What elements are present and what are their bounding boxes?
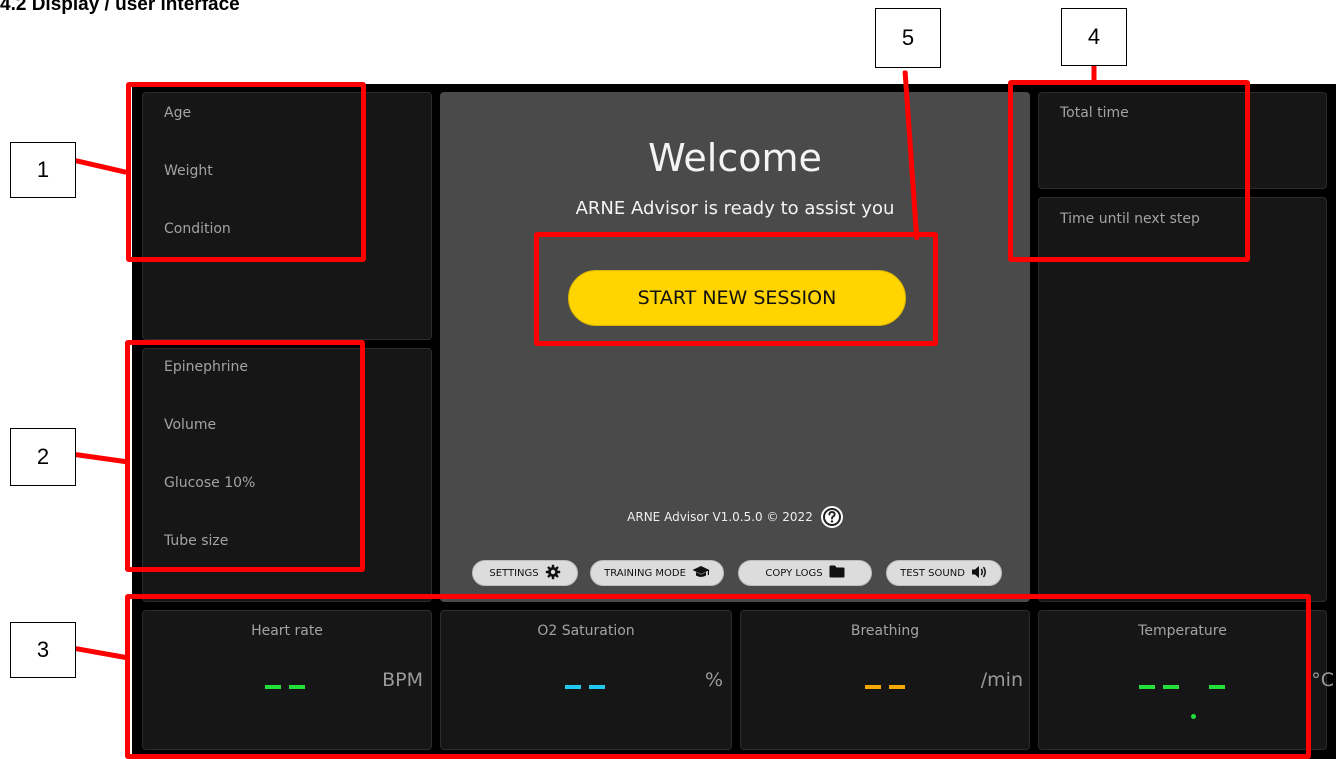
highlight-box-start-button <box>534 232 938 346</box>
callout-5: 5 <box>875 8 941 68</box>
temperature-unit: °C <box>1311 669 1334 691</box>
leader-line-3 <box>74 646 128 661</box>
callout-2: 2 <box>10 428 76 486</box>
test-sound-button[interactable]: TEST SOUND <box>886 560 1002 586</box>
copy-logs-button[interactable]: COPY LOGS <box>738 560 872 586</box>
callout-1: 1 <box>10 142 76 198</box>
training-mode-button[interactable]: TRAINING MODE <box>590 560 724 586</box>
leader-line-4 <box>1091 64 1097 85</box>
gear-icon <box>545 564 561 583</box>
training-mode-button-label: TRAINING MODE <box>604 567 686 579</box>
copy-logs-button-label: COPY LOGS <box>765 567 823 579</box>
highlight-box-patient <box>126 82 366 262</box>
leader-line-1 <box>74 158 128 175</box>
highlight-box-timers <box>1008 80 1250 262</box>
settings-button[interactable]: SETTINGS <box>472 560 578 586</box>
graduation-cap-icon <box>692 565 710 582</box>
test-sound-button-label: TEST SOUND <box>900 567 965 579</box>
document-heading: 4.2 Display / user interface <box>0 0 240 15</box>
help-icon[interactable] <box>820 506 843 528</box>
version-row: ARNE Advisor V1.0.5.0 © 2022 <box>440 506 1030 528</box>
settings-button-label: SETTINGS <box>489 567 539 579</box>
folder-icon <box>829 565 845 581</box>
highlight-box-medication <box>125 340 365 572</box>
speaker-icon <box>971 565 988 582</box>
welcome-title: Welcome <box>648 136 822 180</box>
callout-3: 3 <box>10 622 76 678</box>
welcome-subtitle: ARNE Advisor is ready to assist you <box>575 198 895 219</box>
highlight-box-vitals <box>125 594 1311 759</box>
welcome-panel: Welcome ARNE Advisor is ready to assist … <box>440 92 1030 602</box>
version-text: ARNE Advisor V1.0.5.0 © 2022 <box>627 510 813 524</box>
leader-line-2 <box>74 452 128 465</box>
callout-4: 4 <box>1061 8 1127 66</box>
